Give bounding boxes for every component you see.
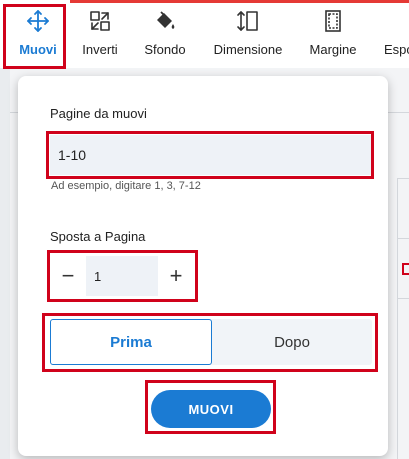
tool-size-label: Dimensione <box>213 42 283 57</box>
after-option-button[interactable]: Dopo <box>212 319 372 365</box>
pages-range-hint: Ad esempio, digitare 1, 3, 7-12 <box>51 180 201 192</box>
move-submit-button[interactable]: MUOVI <box>151 390 271 428</box>
target-page-input[interactable] <box>86 256 158 296</box>
tool-margin-label: Margine <box>309 42 357 57</box>
pages-to-move-label: Pagine da muovi <box>50 106 147 121</box>
toolbar: Muovi Inverti Sfondo Dimensione Margine … <box>0 0 409 68</box>
decrement-button[interactable]: − <box>50 253 86 299</box>
tool-export[interactable]: Espo <box>384 8 409 66</box>
toolbar-accent-bar <box>70 0 409 3</box>
tool-background-label: Sfondo <box>144 42 186 57</box>
swap-arrows-icon <box>87 8 113 34</box>
before-option-button[interactable]: Prima <box>50 319 212 365</box>
move-arrows-icon <box>25 8 51 34</box>
tool-invert-label: Inverti <box>82 42 118 57</box>
target-page-stepper: − + <box>50 253 196 299</box>
increment-button[interactable]: + <box>158 253 194 299</box>
background-divider <box>397 178 409 179</box>
tool-background[interactable]: Sfondo <box>141 8 189 66</box>
tool-move-label: Muovi <box>19 42 57 57</box>
resize-height-icon <box>235 8 261 34</box>
target-page-label: Sposta a Pagina <box>50 229 146 244</box>
background-divider <box>397 238 409 239</box>
pages-range-input[interactable] <box>50 135 372 175</box>
paint-bucket-icon <box>152 8 178 34</box>
background-divider <box>397 298 409 299</box>
tool-margin[interactable]: Margine <box>306 8 360 66</box>
tool-size[interactable]: Dimensione <box>212 8 284 66</box>
tool-export-label: Espo <box>384 42 409 57</box>
highlight-edge-mark <box>402 263 409 275</box>
export-icon <box>384 8 409 34</box>
background-divider <box>397 178 398 459</box>
tool-invert[interactable]: Inverti <box>78 8 122 66</box>
tool-move[interactable]: Muovi <box>14 8 62 66</box>
margin-page-icon <box>320 8 346 34</box>
position-toggle: Prima Dopo <box>50 319 372 365</box>
